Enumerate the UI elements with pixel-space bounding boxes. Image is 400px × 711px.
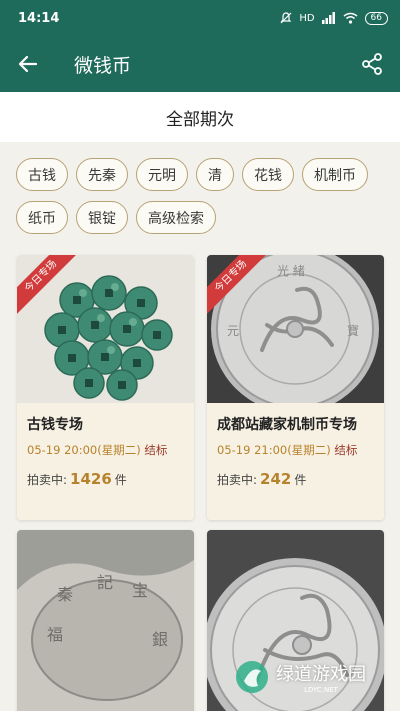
card-end-time: 05-19 21:00(星期二) 结标 <box>217 442 374 458</box>
card-count-unit: 件 <box>294 473 307 487</box>
card-title: 古钱专场 <box>27 417 83 433</box>
category-chips: 古钱 先秦 元明 清 花钱 机制币 纸币 银锭 高级检索 <box>16 158 386 234</box>
card-count-unit: 件 <box>114 473 127 487</box>
wifi-icon <box>343 12 358 24</box>
watermark-sub: LDYC.NET <box>304 686 338 694</box>
status-bar: 14:14 HD 66 <box>0 0 400 36</box>
watermark-logo-icon <box>236 661 268 693</box>
chip-silver-ingot[interactable]: 银锭 <box>76 201 128 234</box>
card-time: 05-19 20:00(星期二) <box>27 443 141 457</box>
card-end-label: 结标 <box>144 443 168 457</box>
card-body: 成都站藏家机制币专场 05-19 21:00(星期二) 结标 拍卖中: 242 … <box>207 403 384 520</box>
chip-advanced-search[interactable]: 高级检索 <box>136 201 216 234</box>
signal-icon <box>321 12 335 24</box>
card-count-label: 拍卖中: <box>27 473 68 487</box>
chip-pre-qin[interactable]: 先秦 <box>76 158 128 191</box>
chip-yuan-ming[interactable]: 元明 <box>136 158 188 191</box>
card-count-row: 拍卖中: 242 件 <box>217 470 374 488</box>
card-count: 242 <box>260 470 292 488</box>
svg-text:寶: 寶 <box>347 323 359 338</box>
back-button[interactable] <box>0 36 56 92</box>
section-title[interactable]: 全部期次 <box>0 92 400 142</box>
svg-text:元: 元 <box>227 324 239 338</box>
svg-text:宝: 宝 <box>132 581 148 600</box>
app-bar: 微钱币 <box>0 36 400 92</box>
svg-text:秦: 秦 <box>57 585 73 604</box>
watermark: 绿道游戏园 LDYC.NET <box>234 653 386 701</box>
auction-card[interactable]: 今日专场 古钱专场 05-19 20:00(星期二) 结标 拍卖中: 1426 … <box>17 255 194 520</box>
watermark-text: 绿道游戏园 <box>276 664 366 685</box>
battery-indicator: 66 <box>364 11 388 25</box>
chip-qing[interactable]: 清 <box>196 158 234 191</box>
card-end-label: 结标 <box>334 443 358 457</box>
app-title: 微钱币 <box>74 54 132 77</box>
watermark-text-group: 绿道游戏园 LDYC.NET <box>270 660 366 694</box>
chip-flower-coins[interactable]: 花钱 <box>242 158 294 191</box>
signal-hd-label: HD <box>299 12 315 24</box>
share-button[interactable] <box>344 36 400 92</box>
card-image: 秦 記宝福 銀 <box>17 530 194 711</box>
card-body: 古钱专场 05-19 20:00(星期二) 结标 拍卖中: 1426 件 <box>17 403 194 520</box>
card-end-time: 05-19 20:00(星期二) 结标 <box>27 442 184 458</box>
card-count-label: 拍卖中: <box>217 473 258 487</box>
auction-card[interactable]: 秦 記宝福 銀 <box>17 530 194 711</box>
mute-icon <box>280 12 292 24</box>
card-title: 成都站藏家机制币专场 <box>217 417 357 433</box>
svg-text:記: 記 <box>97 573 113 592</box>
share-icon <box>362 53 382 75</box>
chip-paper-money[interactable]: 纸币 <box>16 201 68 234</box>
card-count-row: 拍卖中: 1426 件 <box>27 470 184 488</box>
svg-text:銀: 銀 <box>152 630 168 649</box>
card-image: 今日专场 <box>17 255 194 403</box>
svg-text:光 緒: 光 緒 <box>277 263 305 278</box>
chip-machine-struck[interactable]: 机制币 <box>302 158 368 191</box>
status-icons: HD 66 <box>280 11 388 25</box>
chip-ancient-coins[interactable]: 古钱 <box>16 158 68 191</box>
auction-card[interactable]: 光 緒寶元 今日专场 成都站藏家机制币专场 05-19 21:00(星期二) 结… <box>207 255 384 520</box>
card-time: 05-19 21:00(星期二) <box>217 443 331 457</box>
card-count: 1426 <box>70 470 112 488</box>
card-image: 光 緒寶元 今日专场 <box>207 255 384 403</box>
back-arrow-icon <box>18 55 38 73</box>
silver-ingot-image: 秦 記 宝福 銀 <box>17 530 194 711</box>
svg-text:福: 福 <box>47 625 63 644</box>
status-time: 14:14 <box>18 10 60 26</box>
